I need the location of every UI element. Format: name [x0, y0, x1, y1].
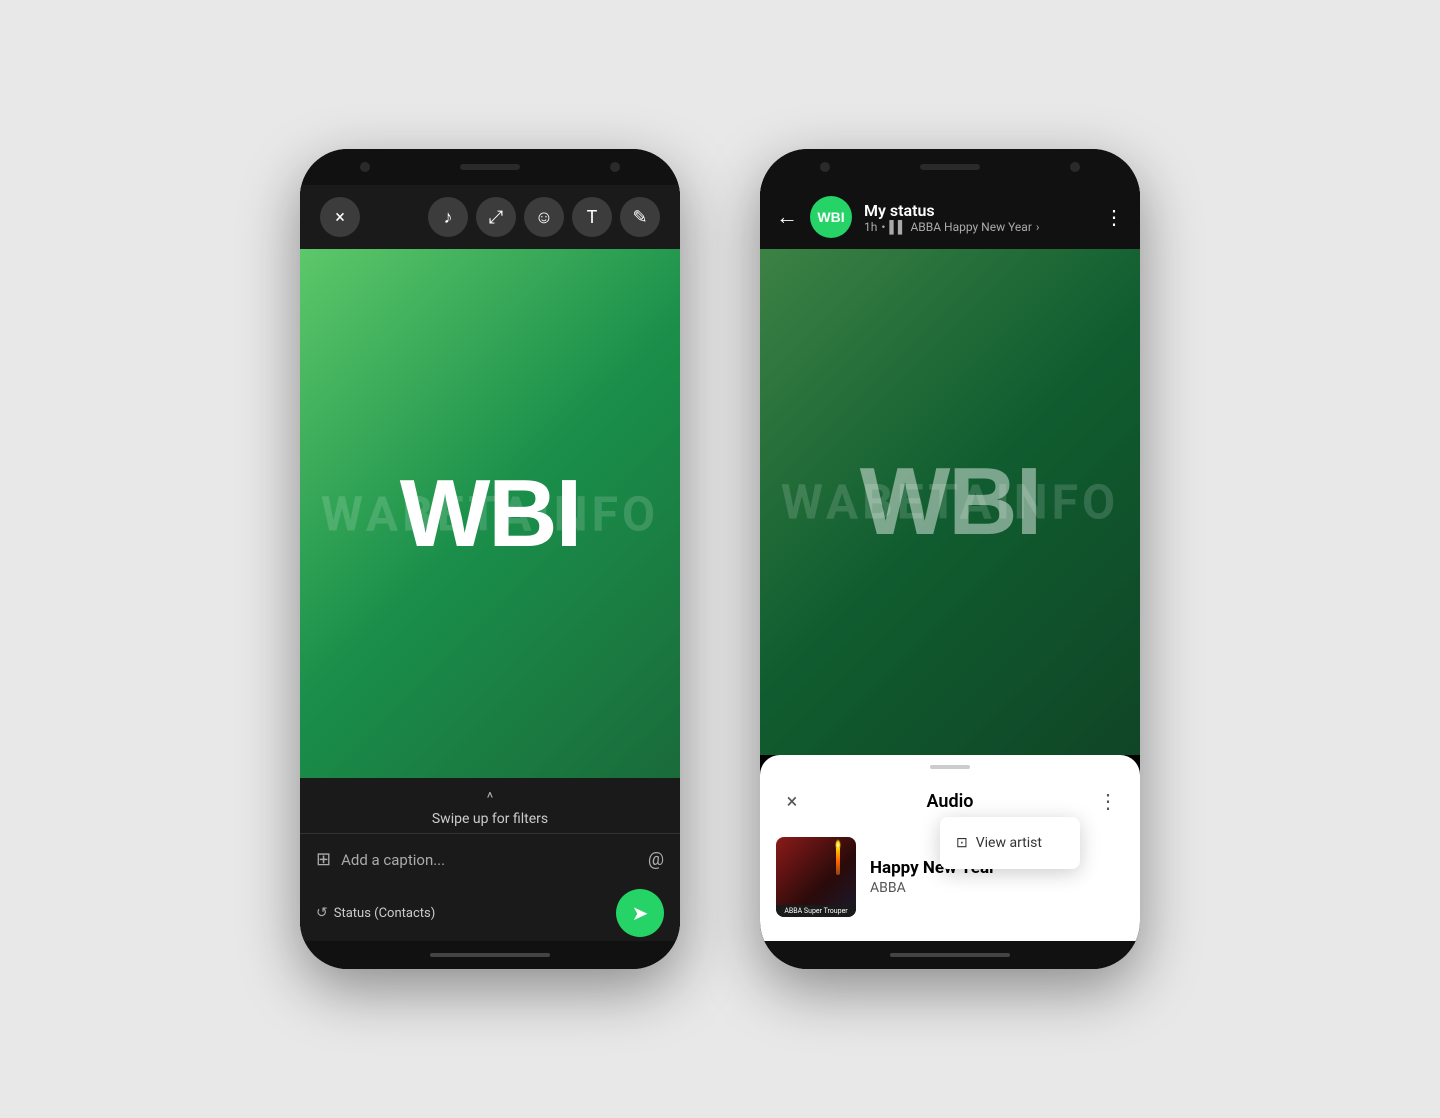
right-notch-camera-left: [820, 162, 830, 172]
left-phone: × ♪ ⤢ ☺ T ✎ WBI WABETAINFO ^ Swipe: [300, 149, 680, 969]
right-camera: [610, 162, 620, 172]
send-button[interactable]: ➤: [616, 889, 664, 937]
candle-decoration: [836, 847, 840, 875]
music-button[interactable]: ♪: [428, 197, 468, 237]
image-area: WBI WABETAINFO: [300, 249, 680, 778]
chevron-right-icon: ›: [1036, 220, 1040, 234]
privacy-icon: ↺: [316, 905, 328, 921]
sheet-handle: [930, 765, 970, 769]
text-button[interactable]: T: [572, 197, 612, 237]
status-preview: WABETAINFO WBI: [760, 249, 1140, 755]
more-options-button[interactable]: ⋮: [1104, 205, 1124, 229]
status-meta: 1h • ▌▌ ABBA Happy New Year ›: [864, 220, 1092, 234]
status-name: My status: [864, 201, 1092, 220]
privacy-label[interactable]: ↺ Status (Contacts): [316, 905, 435, 921]
phones-container: × ♪ ⤢ ☺ T ✎ WBI WABETAINFO ^ Swipe: [0, 0, 1440, 1118]
left-bottom-bar: [300, 941, 680, 969]
status-info: My status 1h • ▌▌ ABBA Happy New Year ›: [864, 201, 1092, 234]
toolbar-icons: ♪ ⤢ ☺ T ✎: [428, 197, 660, 237]
left-home-indicator: [430, 953, 550, 957]
album-art: ABBA Super Trouper: [776, 837, 856, 917]
send-bar: ↺ Status (Contacts) ➤: [300, 885, 680, 941]
right-phone: ← WBI My status 1h • ▌▌ ABBA Happy New Y…: [760, 149, 1140, 969]
privacy-text: Status (Contacts): [334, 906, 436, 921]
right-bottom-bar: [760, 941, 1140, 969]
left-speaker: [460, 164, 520, 170]
track-artist: ABBA: [870, 880, 1124, 896]
status-separator: •: [881, 220, 885, 234]
view-artist-label: View artist: [976, 835, 1042, 851]
album-label: ABBA Super Trouper: [776, 905, 856, 917]
caption-input[interactable]: Add a caption...: [341, 851, 638, 869]
view-artist-item[interactable]: ⊡ View artist: [940, 825, 1080, 861]
status-header: ← WBI My status 1h • ▌▌ ABBA Happy New Y…: [760, 185, 1140, 249]
sheet-more-button[interactable]: ⋮: [1092, 785, 1124, 817]
right-notch: [760, 149, 1140, 185]
swipe-chevron-icon: ^: [487, 788, 494, 807]
sheet-close-button[interactable]: ×: [776, 785, 808, 817]
song-info: ABBA Happy New Year: [910, 220, 1031, 234]
caption-bar: ⊞ Add a caption... @: [300, 833, 680, 885]
swipe-text: Swipe up for filters: [432, 811, 548, 827]
emoji-button[interactable]: ☺: [524, 197, 564, 237]
bottom-sheet: × Audio ⋮ ⊡ View artist ABBA Super Tro: [760, 755, 1140, 941]
status-time: 1h: [864, 220, 877, 234]
left-camera: [360, 162, 370, 172]
signal-icon: ▌▌: [889, 220, 906, 234]
right-screen: ← WBI My status 1h • ▌▌ ABBA Happy New Y…: [760, 185, 1140, 941]
right-notch-camera-right: [1070, 162, 1080, 172]
crop-button[interactable]: ⤢: [476, 197, 516, 237]
swipe-hint: ^ Swipe up for filters: [300, 778, 680, 833]
draw-button[interactable]: ✎: [620, 197, 660, 237]
gallery-icon: ⊞: [316, 849, 331, 870]
left-notch: [300, 149, 680, 185]
sheet-header: × Audio ⋮ ⊡ View artist: [760, 777, 1140, 829]
close-button[interactable]: ×: [320, 197, 360, 237]
sheet-title: Audio: [808, 791, 1092, 812]
right-home-indicator: [890, 953, 1010, 957]
context-menu: ⊡ View artist: [940, 817, 1080, 869]
status-image: WBI WABETAINFO: [300, 249, 680, 778]
wbi-logo-left: WBI: [400, 459, 581, 569]
left-toolbar: × ♪ ⤢ ☺ T ✎: [300, 185, 680, 249]
at-icon[interactable]: @: [648, 849, 664, 870]
right-speaker: [920, 164, 980, 170]
wbi-logo-right: WBI: [860, 447, 1041, 557]
view-artist-icon: ⊡: [956, 835, 968, 851]
status-avatar: WBI: [810, 196, 852, 238]
back-button[interactable]: ←: [776, 204, 798, 230]
left-screen: × ♪ ⤢ ☺ T ✎ WBI WABETAINFO ^ Swipe: [300, 185, 680, 941]
